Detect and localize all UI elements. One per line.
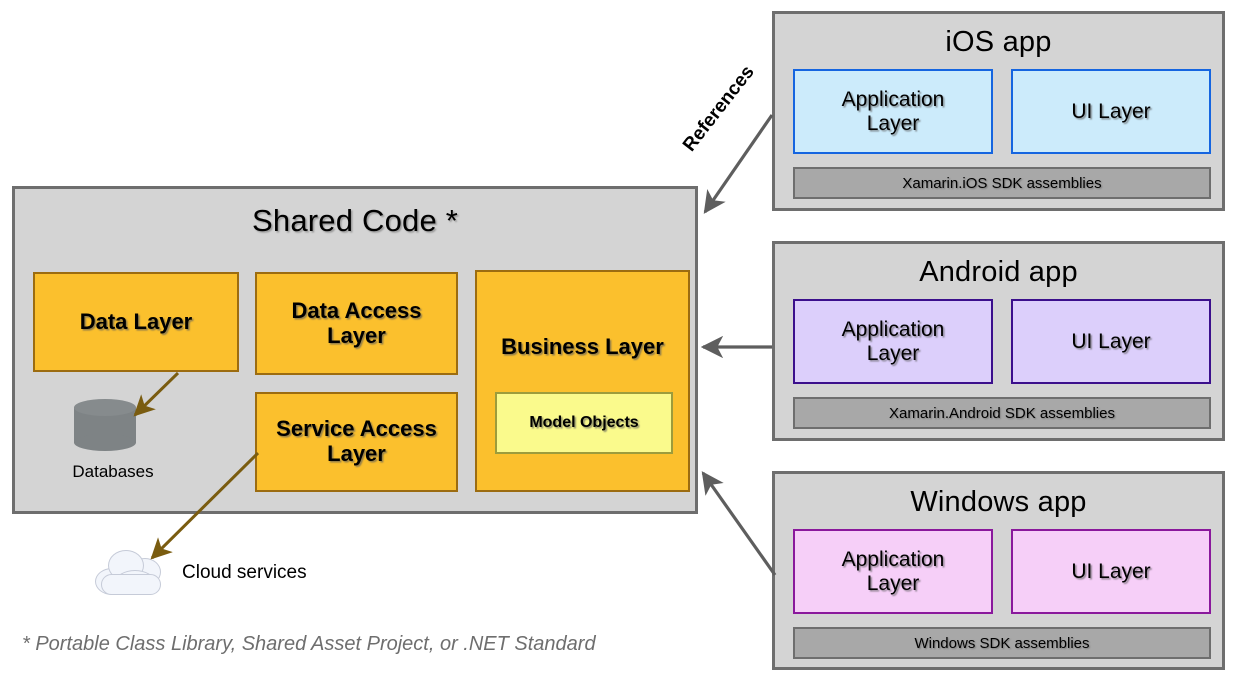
- footnote-text: * Portable Class Library, Shared Asset P…: [22, 633, 596, 655]
- ios-application-layer-label: Application Layer: [841, 87, 945, 135]
- android-application-layer-label: Application Layer: [841, 317, 945, 365]
- windows-sdk-label: Windows SDK assemblies: [914, 634, 1090, 652]
- model-objects-box: Model Objects: [495, 392, 673, 454]
- android-sdk-bar: Xamarin.Android SDK assemblies: [793, 397, 1211, 429]
- arrow-windows-to-shared-code: [701, 471, 777, 576]
- android-sdk-label: Xamarin.Android SDK assemblies: [889, 404, 1115, 422]
- business-layer-box: Business Layer Model Objects: [475, 270, 690, 492]
- windows-sdk-bar: Windows SDK assemblies: [793, 627, 1211, 659]
- shared-code-title: Shared Code *: [252, 203, 458, 238]
- ios-application-layer-box: Application Layer: [793, 69, 993, 154]
- model-objects-label: Model Objects: [529, 414, 639, 432]
- ios-ui-layer-label: UI Layer: [1071, 99, 1151, 123]
- data-layer-label: Data Layer: [79, 308, 193, 334]
- windows-ui-layer-label: UI Layer: [1071, 559, 1151, 583]
- ios-sdk-label: Xamarin.iOS SDK assemblies: [902, 174, 1102, 192]
- cloud-icon: [93, 544, 173, 596]
- references-label: References: [679, 61, 759, 156]
- android-ui-layer-label: UI Layer: [1071, 329, 1151, 353]
- diagram-canvas: Shared Code * Data Layer Data Access Lay…: [0, 0, 1247, 688]
- windows-application-layer-box: Application Layer: [793, 529, 993, 614]
- windows-app-panel: Windows app Application Layer UI Layer W…: [772, 471, 1225, 670]
- windows-app-title: Windows app: [910, 486, 1087, 518]
- databases-label: Databases: [72, 462, 154, 481]
- cloud-services-label: Cloud services: [182, 562, 307, 583]
- ios-app-title: iOS app: [945, 26, 1052, 58]
- data-access-layer-label: Data Access Layer: [291, 297, 422, 348]
- android-ui-layer-box: UI Layer: [1011, 299, 1211, 384]
- android-app-panel: Android app Application Layer UI Layer X…: [772, 241, 1225, 441]
- ios-sdk-bar: Xamarin.iOS SDK assemblies: [793, 167, 1211, 199]
- data-layer-box: Data Layer: [33, 272, 239, 372]
- windows-ui-layer-box: UI Layer: [1011, 529, 1211, 614]
- service-access-layer-box: Service Access Layer: [255, 392, 458, 492]
- database-cylinder-icon: [74, 399, 136, 451]
- service-access-layer-label: Service Access Layer: [276, 416, 437, 466]
- android-app-title: Android app: [919, 256, 1078, 288]
- business-layer-label: Business Layer: [501, 334, 664, 359]
- ios-ui-layer-box: UI Layer: [1011, 69, 1211, 154]
- windows-application-layer-label: Application Layer: [841, 547, 945, 595]
- android-application-layer-box: Application Layer: [793, 299, 993, 384]
- ios-app-panel: iOS app Application Layer UI Layer Xamar…: [772, 11, 1225, 211]
- data-access-layer-box: Data Access Layer: [255, 272, 458, 375]
